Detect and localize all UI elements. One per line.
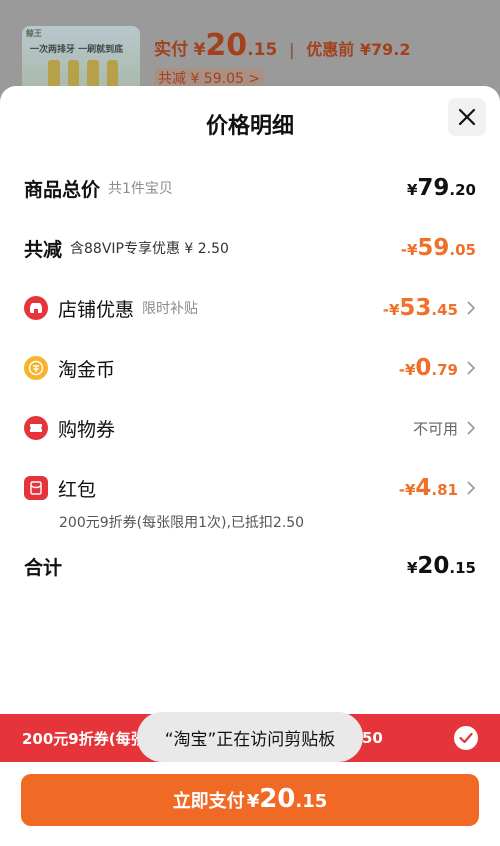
thumb-brand: 鲸王 <box>26 29 42 38</box>
row-taojinbi[interactable]: 淘金币 -¥ 0.79 <box>24 353 476 383</box>
total-discount-amount: -¥ 59.05 <box>400 235 476 261</box>
row-label: 商品总价 <box>24 178 101 201</box>
row-note: 共1件宝贝 <box>108 181 173 197</box>
row-label: 共减 <box>24 238 63 261</box>
row-label: 淘金币 <box>58 358 116 381</box>
hongbao-amount: -¥ 4.81 <box>398 475 458 501</box>
sum-amount: ¥20.15 <box>406 553 476 579</box>
coin-amount: -¥ 0.79 <box>398 355 458 381</box>
row-total-discount: 共减 含88VIP专享优惠 ¥ 2.50 -¥ 59.05 <box>24 233 476 263</box>
ticket-icon <box>24 416 48 440</box>
store-icon <box>24 296 48 320</box>
row-label: 合计 <box>24 556 63 579</box>
thumb-slogan: 一次两排牙 一刷就到底 <box>30 45 124 55</box>
background-paid-price: 实付 ¥20.15 | 优惠前 ¥79.2 <box>154 28 411 63</box>
banner-text-tail: 50 <box>362 729 383 747</box>
coin-icon <box>24 356 48 380</box>
pay-button-int: 20 <box>259 784 296 814</box>
red-envelope-icon <box>24 476 48 500</box>
row-note: 含88VIP专享优惠 ¥ 2.50 <box>70 241 229 257</box>
pay-button-label: 立即支付 <box>172 791 245 812</box>
clipboard-toast: “淘宝”正在访问剪贴板 <box>137 712 363 762</box>
row-hongbao[interactable]: 红包 -¥ 4.81 <box>24 473 476 503</box>
total-price-amount: ¥79.20 <box>406 175 476 201</box>
sheet-title: 价格明细 <box>205 114 294 139</box>
row-label: 购物券 <box>58 418 116 441</box>
row-shopping-voucher[interactable]: 购物券 不可用 <box>24 413 476 443</box>
pay-button-dec: .15 <box>295 791 328 812</box>
pay-now-button[interactable]: 立即支付 ¥20.15 <box>21 774 479 826</box>
chevron-right-icon <box>467 421 476 435</box>
row-label: 店铺优惠 <box>58 298 135 321</box>
background-discount-line: 共减 ¥ 59.05 > <box>154 68 265 88</box>
store-discount-amount: -¥ 53.45 <box>382 295 458 321</box>
voucher-status: 不可用 <box>413 418 476 439</box>
check-icon[interactable] <box>454 726 478 750</box>
chevron-right-icon <box>467 301 476 315</box>
hongbao-detail: 200元9折券(每张限用1次),已抵扣2.50 <box>59 515 305 531</box>
chevron-right-icon <box>467 481 476 495</box>
row-sum: 合计 ¥20.15 <box>24 551 476 581</box>
banner-text: 200元9折券(每张 <box>22 729 146 748</box>
chevron-right-icon <box>467 361 476 375</box>
close-button[interactable] <box>448 98 486 136</box>
row-total-price: 商品总价 共1件宝贝 ¥79.20 <box>24 173 476 203</box>
pay-button-symbol: ¥ <box>246 791 260 812</box>
row-note: 限时补贴 <box>142 301 199 317</box>
row-label: 红包 <box>58 478 97 501</box>
row-store-discount[interactable]: 店铺优惠 限时补贴 -¥ 53.45 <box>24 293 476 323</box>
close-icon <box>458 108 476 126</box>
